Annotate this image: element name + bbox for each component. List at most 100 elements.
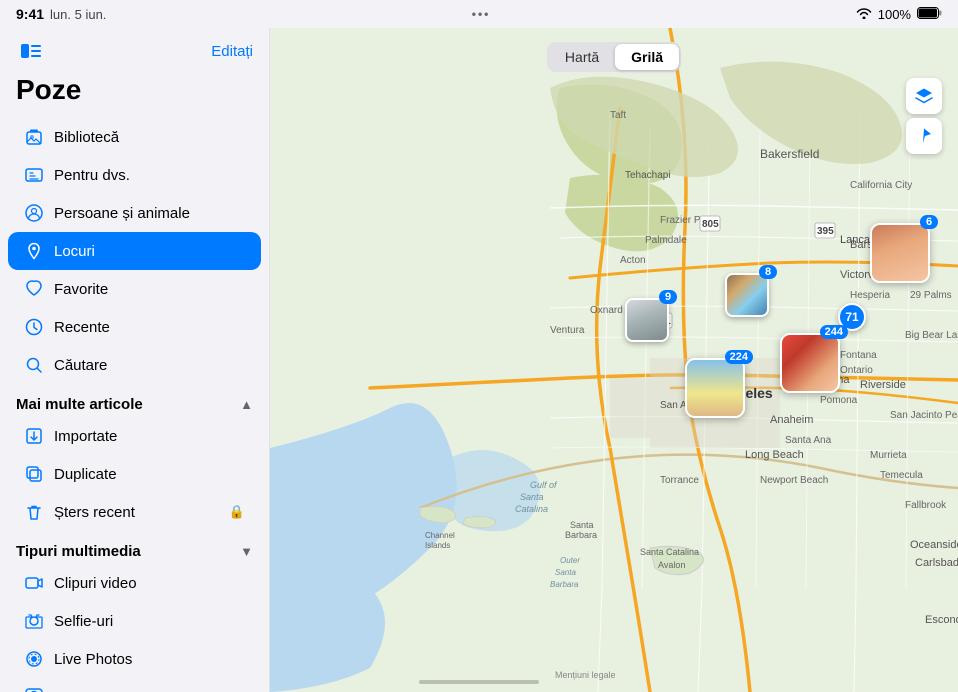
- svg-text:Newport Beach: Newport Beach: [760, 475, 828, 486]
- svg-text:Hesperia: Hesperia: [850, 290, 890, 301]
- status-bar: 9:41 lun. 5 iun. ••• 100%: [0, 0, 958, 28]
- svg-text:Santa: Santa: [555, 568, 576, 577]
- sidebar-item-duplicate[interactable]: Duplicate: [8, 455, 261, 493]
- media-section-header[interactable]: Tipuri multimedia ▼: [0, 531, 269, 564]
- status-right: 100%: [856, 6, 942, 22]
- harta-button[interactable]: Hartă: [549, 44, 615, 70]
- sidebar-item-label: Recente: [54, 319, 110, 336]
- svg-text:Oceanside: Oceanside: [910, 539, 958, 551]
- svg-text:Gulf of: Gulf of: [530, 480, 558, 490]
- sidebar-item-label: Clipuri video: [54, 575, 137, 592]
- sidebar-item-label: Căutare: [54, 357, 107, 374]
- sidebar-item-label: Șters recent: [54, 504, 135, 521]
- battery-display: 100%: [878, 7, 911, 22]
- sidebar-item-importate[interactable]: Importate: [8, 417, 261, 455]
- cluster-badge-5: 244: [820, 325, 848, 339]
- svg-text:Carlsbad: Carlsbad: [915, 557, 958, 569]
- lock-icon: 🔒: [229, 504, 245, 520]
- svg-text:Escondido: Escondido: [925, 614, 958, 626]
- sidebar-item-cautare[interactable]: Căutare: [8, 346, 261, 384]
- sidebar: Editați Poze Bibliotecă: [0, 28, 270, 692]
- svg-text:Santa: Santa: [520, 492, 544, 502]
- svg-text:Anaheim: Anaheim: [770, 414, 813, 426]
- svg-text:Ventura: Ventura: [550, 325, 585, 336]
- sidebar-item-label: Bibliotecă: [54, 129, 119, 146]
- svg-text:Avalon: Avalon: [658, 560, 685, 570]
- status-center: •••: [472, 7, 491, 21]
- grila-button[interactable]: Grilă: [615, 44, 679, 70]
- edit-button[interactable]: Editați: [211, 43, 253, 60]
- cluster-badge-2: 8: [759, 265, 777, 279]
- import-icon: [24, 426, 44, 446]
- cluster-badge-3: 6: [920, 215, 938, 229]
- svg-text:Tehachapi: Tehachapi: [625, 170, 671, 181]
- cluster-beach[interactable]: 224: [685, 358, 745, 418]
- sidebar-collapse-button[interactable]: [16, 36, 46, 66]
- sidebar-item-pentru-dvs[interactable]: Pentru dvs.: [8, 156, 261, 194]
- sidebar-item-label: Pentru dvs.: [54, 167, 130, 184]
- svg-text:Barbara: Barbara: [565, 530, 597, 540]
- duplicate-icon: [24, 464, 44, 484]
- sidebar-item-label: Locuri: [54, 243, 95, 260]
- svg-text:Santa Ana: Santa Ana: [785, 435, 832, 446]
- chevron-up-icon: ▲: [240, 397, 253, 412]
- sidebar-item-favorite[interactable]: Favorite: [8, 270, 261, 308]
- svg-text:Santa Catalina: Santa Catalina: [640, 547, 699, 557]
- sidebar-item-label: Importate: [54, 428, 117, 445]
- svg-text:San Jacinto Peak: San Jacinto Peak: [890, 410, 958, 421]
- search-icon: [24, 355, 44, 375]
- cluster-photo-dog: [625, 298, 669, 342]
- sidebar-item-recente[interactable]: Recente: [8, 308, 261, 346]
- svg-text:Santa: Santa: [570, 520, 594, 530]
- main-layout: Editați Poze Bibliotecă: [0, 28, 958, 692]
- home-bar: [419, 680, 539, 684]
- sidebar-header: Editați: [0, 28, 269, 70]
- cluster-photo-landscape: [725, 273, 769, 317]
- svg-text:Islands: Islands: [425, 541, 450, 550]
- cluster-photo-beach: [685, 358, 745, 418]
- svg-text:California City: California City: [850, 180, 912, 191]
- sidebar-item-locuri[interactable]: Locuri: [8, 232, 261, 270]
- cluster-dog[interactable]: 9: [625, 298, 669, 342]
- sidebar-item-label: Duplicate: [54, 466, 117, 483]
- map-area[interactable]: Bakersfield California City Taft Tehacha…: [270, 28, 958, 692]
- sidebar-title: Poze: [0, 70, 269, 118]
- location-icon: [24, 241, 44, 261]
- sidebar-item-selfie[interactable]: Selfie-uri: [8, 602, 261, 640]
- sidebar-item-biblioteca[interactable]: Bibliotecă: [8, 118, 261, 156]
- svg-text:Pomona: Pomona: [820, 395, 858, 406]
- map-svg: Bakersfield California City Taft Tehacha…: [270, 28, 958, 692]
- svg-text:Outer: Outer: [560, 556, 580, 565]
- sidebar-nav: Bibliotecă Pentru dvs.: [0, 118, 269, 384]
- sidebar-item-persoane[interactable]: Persoane și animale: [8, 194, 261, 232]
- location-button[interactable]: [906, 118, 942, 154]
- map-layers-button[interactable]: [906, 78, 942, 114]
- sidebar-item-sterse[interactable]: Șters recent 🔒: [8, 493, 261, 531]
- more-section-header[interactable]: Mai multe articole ▲: [0, 384, 269, 417]
- svg-text:Palmdale: Palmdale: [645, 235, 687, 246]
- cluster-landscape[interactable]: 8: [725, 273, 769, 317]
- sparkle-icon: [24, 165, 44, 185]
- svg-text:Oxnard: Oxnard: [590, 305, 623, 316]
- svg-text:Riverside: Riverside: [860, 379, 906, 391]
- more-section-label: Mai multe articole: [16, 396, 143, 413]
- chevron-down-icon: ▼: [240, 544, 253, 559]
- cluster-badge: 9: [659, 290, 677, 304]
- svg-text:Murrieta: Murrieta: [870, 450, 907, 461]
- status-left: 9:41 lun. 5 iun.: [16, 6, 106, 22]
- sidebar-item-label: Favorite: [54, 281, 108, 298]
- svg-text:Big Bear Lake: Big Bear Lake: [905, 330, 958, 341]
- date-display: lun. 5 iun.: [50, 7, 106, 22]
- map-background: Bakersfield California City Taft Tehacha…: [270, 28, 958, 692]
- media-section-label: Tipuri multimedia: [16, 543, 141, 560]
- sidebar-item-clipuri[interactable]: Clipuri video: [8, 564, 261, 602]
- svg-text:Catalina: Catalina: [515, 504, 548, 514]
- dots-icon: •••: [472, 7, 491, 21]
- cluster-group[interactable]: 244: [780, 333, 840, 393]
- cluster-portrait[interactable]: 6: [870, 223, 930, 283]
- sidebar-item-label: Live Photos: [54, 651, 132, 668]
- home-indicator: [0, 672, 958, 692]
- time-display: 9:41: [16, 6, 44, 22]
- svg-text:805: 805: [702, 219, 719, 230]
- svg-text:Temecula: Temecula: [880, 470, 923, 481]
